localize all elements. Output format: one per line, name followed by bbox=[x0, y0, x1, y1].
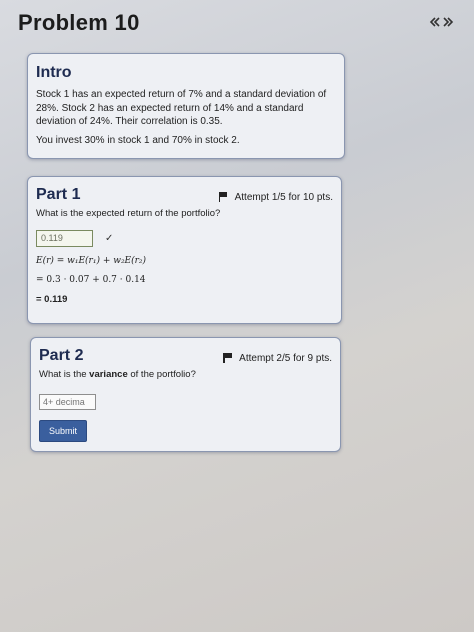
part1-formula: E(r) = w₁E(r₁) + w₂E(r₂) bbox=[36, 256, 147, 266]
part2-question-pre: What is the bbox=[39, 369, 90, 380]
intro-paragraph-1: Stock 1 has an expected return of 7% and… bbox=[36, 89, 327, 127]
part2-answer-input[interactable] bbox=[39, 394, 96, 410]
part2-heading: Part 2 bbox=[39, 347, 84, 364]
intro-heading: Intro bbox=[36, 64, 72, 81]
part1-card: Part 1 Attempt 1/5 for 10 pts. What is t… bbox=[27, 176, 342, 324]
part1-attempt: Attempt 1/5 for 10 pts. bbox=[218, 191, 333, 203]
part2-question-post: of the portfolio? bbox=[127, 369, 196, 380]
page-header: Problem 10 bbox=[0, 0, 474, 46]
intro-card: Intro Stock 1 has an expected return of … bbox=[27, 53, 345, 159]
part2-question-bold: variance bbox=[89, 369, 128, 380]
part1-question: What is the expected return of the portf… bbox=[36, 208, 221, 219]
intro-text: Stock 1 has an expected return of 7% and… bbox=[36, 88, 336, 147]
chevron-left-icon[interactable] bbox=[429, 16, 441, 30]
part1-header: Part 1 Attempt 1/5 for 10 pts. bbox=[36, 186, 333, 208]
part2-attempt-label: Attempt 2/5 for 9 pts. bbox=[239, 352, 332, 364]
submit-button[interactable]: Submit bbox=[39, 420, 88, 442]
part2-attempt: Attempt 2/5 for 9 pts. bbox=[223, 353, 332, 364]
part1-step: = 0.3 · 0.07 + 0.7 · 0.14 bbox=[36, 275, 146, 285]
part1-answer-field[interactable]: 0.119 bbox=[36, 230, 93, 247]
part2-card: Part 2 Attempt 2/5 for 9 pts. What is th… bbox=[30, 337, 341, 452]
part1-heading: Part 1 bbox=[36, 186, 81, 203]
part1-result: = 0.119 bbox=[36, 294, 68, 305]
intro-paragraph-2: You invest 30% in stock 1 and 70% in sto… bbox=[36, 134, 240, 146]
part2-question: What is the variance of the portfolio? bbox=[39, 369, 332, 380]
check-icon: ✓ bbox=[105, 233, 114, 244]
page-title: Problem 10 bbox=[18, 10, 140, 35]
problem-nav bbox=[429, 16, 454, 30]
part1-attempt-label: Attempt 1/5 for 10 pts. bbox=[234, 191, 333, 203]
chevron-right-icon[interactable] bbox=[442, 16, 454, 30]
flag-icon bbox=[218, 192, 228, 202]
part2-header: Part 2 Attempt 2/5 for 9 pts. bbox=[39, 347, 332, 369]
flag-icon bbox=[223, 353, 232, 363]
part1-answer-row: 0.119 ✓ bbox=[36, 230, 333, 247]
